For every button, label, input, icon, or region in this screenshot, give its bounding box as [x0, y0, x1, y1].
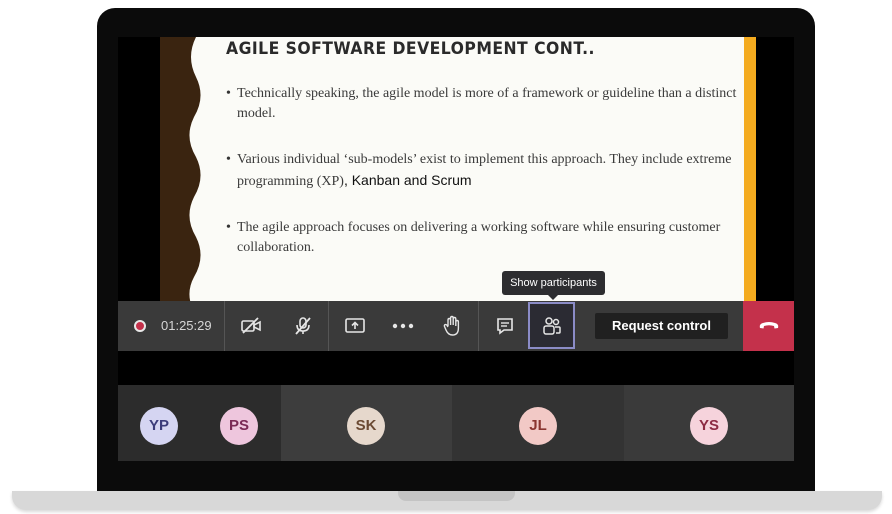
camera-toggle-button[interactable]: [228, 301, 274, 351]
chat-icon: [497, 318, 513, 335]
meeting-control-bar: 01:25:29 Request control: [118, 301, 794, 351]
more-options-button[interactable]: [380, 301, 426, 351]
mic-toggle-button[interactable]: [280, 301, 326, 351]
shared-slide: AGILE SOFTWARE DEVELOPMENT CONT.. Techni…: [160, 37, 756, 307]
share-screen-button[interactable]: [332, 301, 378, 351]
more-options-icon: [392, 323, 414, 329]
avatar: JL: [519, 407, 557, 445]
participant-tile[interactable]: YP PS: [118, 385, 281, 461]
show-participants-tooltip: Show participants: [502, 271, 605, 300]
slide-bullet: Technically speaking, the agile model is…: [226, 84, 737, 124]
slide-bullet-text: Various individual ‘sub-models’ exist to…: [237, 152, 732, 189]
participant-tile[interactable]: JL: [452, 385, 624, 461]
participant-strip: YP PS SK JL YS: [118, 385, 794, 461]
slide-decorative-strip: [160, 37, 202, 307]
slide-accent-strip: [744, 37, 756, 307]
video-off-icon: [241, 317, 261, 334]
divider: [478, 301, 479, 351]
avatar: SK: [347, 407, 385, 445]
slide-bullet: Various individual ‘sub-models’ exist to…: [226, 150, 737, 192]
slide-bullet-text: The agile approach focuses on delivering…: [237, 220, 721, 255]
participant-tile[interactable]: SK: [281, 385, 452, 461]
chat-button[interactable]: [482, 301, 528, 351]
request-control-button[interactable]: Request control: [595, 313, 728, 339]
slide-title: AGILE SOFTWARE DEVELOPMENT CONT..: [226, 39, 595, 59]
slide-bullet-text: Technically speaking, the agile model is…: [237, 86, 737, 121]
slide-bullet-highlight: , Kanban and Scrum: [343, 172, 472, 188]
record-icon: [134, 320, 146, 332]
participants-icon: [542, 316, 561, 335]
show-participants-button[interactable]: [528, 302, 575, 349]
meeting-timer: 01:25:29: [161, 318, 212, 333]
hang-up-icon: [759, 322, 778, 329]
avatar: YP: [140, 407, 178, 445]
laptop-notch: [398, 491, 515, 501]
mic-off-icon: [295, 317, 311, 335]
participant-tile[interactable]: YS: [624, 385, 794, 461]
divider: [224, 301, 225, 351]
raise-hand-icon: [443, 315, 460, 336]
divider: [328, 301, 329, 351]
avatar: PS: [220, 407, 258, 445]
slide-bullet: The agile approach focuses on delivering…: [226, 218, 737, 258]
leave-call-button[interactable]: [743, 301, 794, 351]
meeting-screen: AGILE SOFTWARE DEVELOPMENT CONT.. Techni…: [118, 37, 794, 461]
share-screen-icon: [345, 318, 365, 333]
raise-hand-button[interactable]: [429, 301, 475, 351]
avatar: YS: [690, 407, 728, 445]
